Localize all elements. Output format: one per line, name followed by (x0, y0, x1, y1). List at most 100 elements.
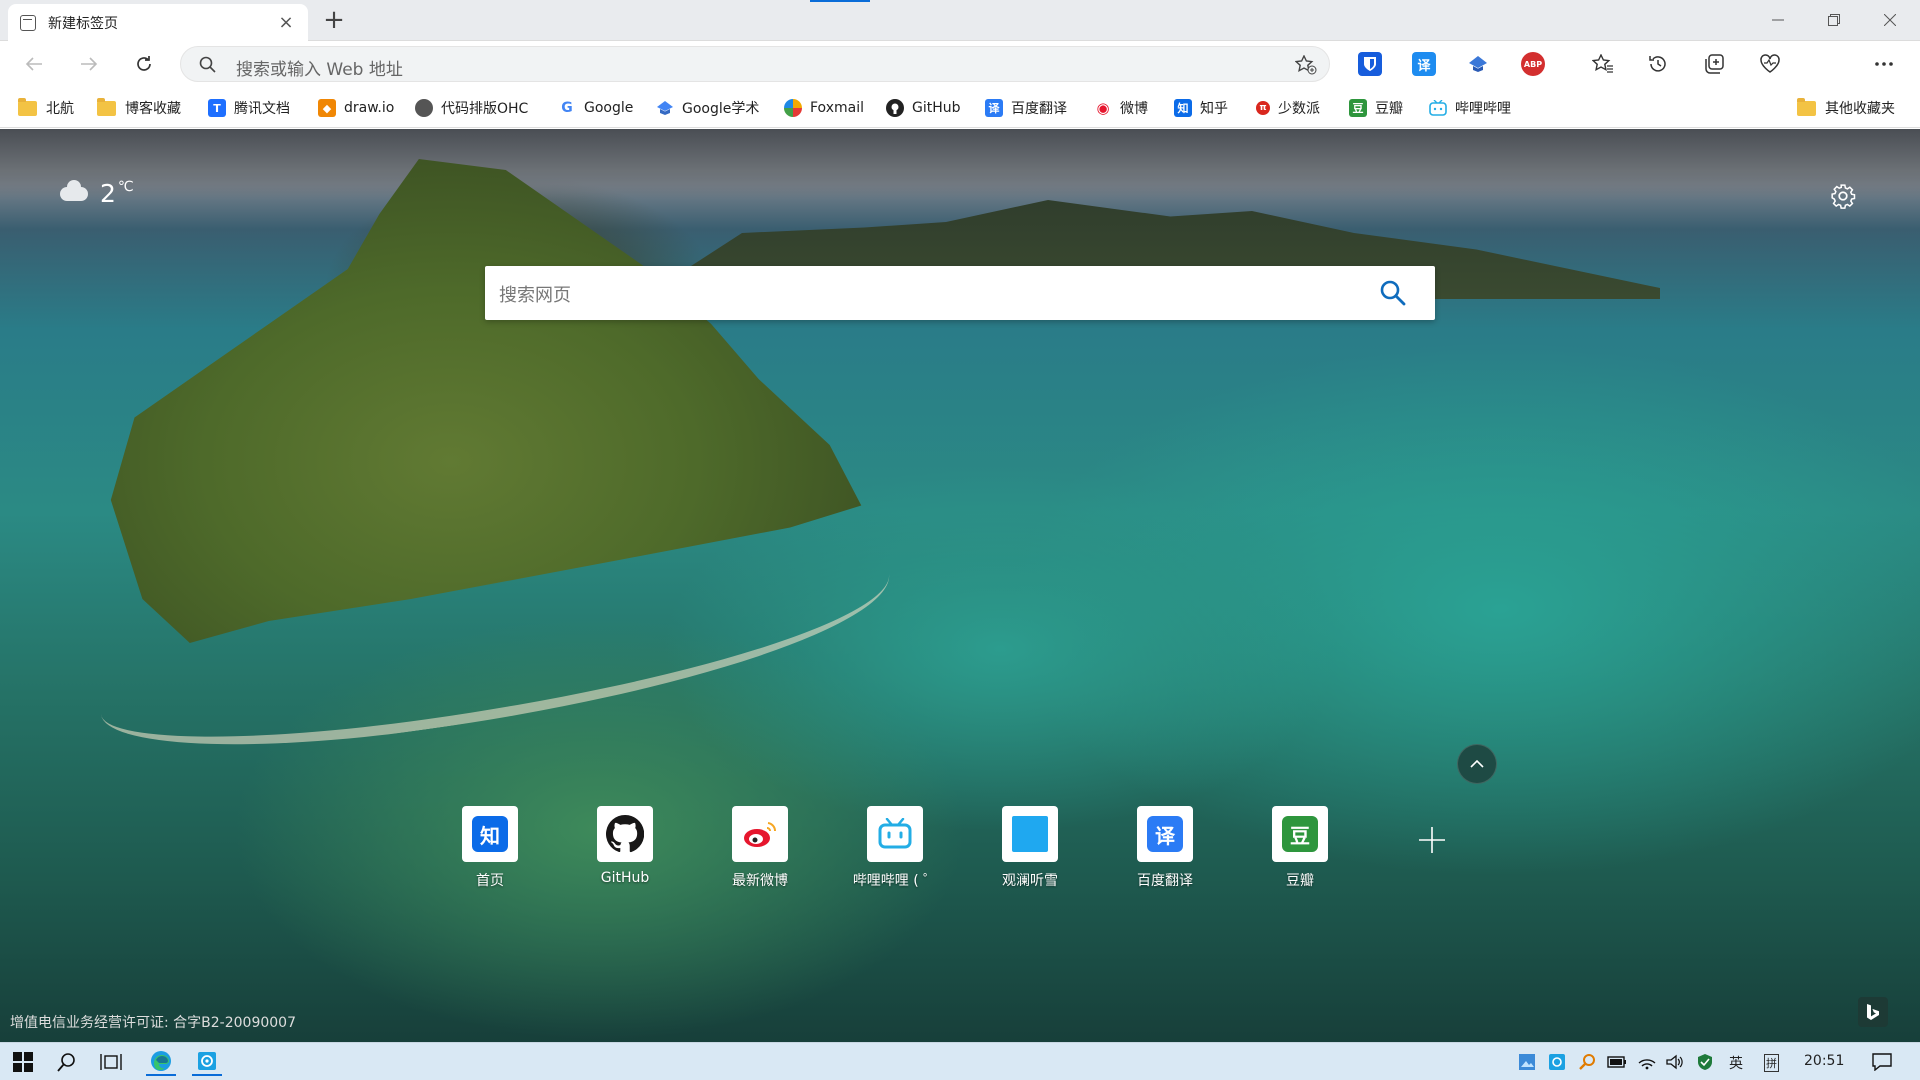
settings-more-button[interactable] (1870, 50, 1898, 78)
taskbar-app[interactable] (192, 1048, 222, 1076)
quick-link-zhihu[interactable]: 知 首页 (445, 806, 535, 890)
temperature: 2 ℃ (100, 179, 134, 208)
bookmark-bilibili[interactable]: 哔哩哔哩 (1429, 97, 1511, 119)
mail-app-icon (198, 1052, 216, 1070)
bookmark-folder-blog[interactable]: 博客收藏 (97, 97, 181, 119)
add-quick-link-button[interactable] (1418, 823, 1446, 863)
wifi-icon[interactable] (1636, 1048, 1658, 1076)
start-button[interactable] (8, 1048, 38, 1076)
cloud-icon (60, 179, 88, 201)
back-button[interactable] (18, 48, 50, 80)
quick-links: 知 首页 GitHub 最新微博 哔哩哔哩 ( ゜ 观澜听雪 译 百度翻译 豆 … (445, 806, 1445, 906)
bookmark-weibo[interactable]: ◉ 微博 (1094, 97, 1148, 119)
quick-link-icon-box: 豆 (1272, 806, 1328, 862)
bookmark-drawio[interactable]: ◆ draw.io (318, 97, 394, 119)
bookmark-google[interactable]: G Google (558, 97, 633, 119)
battery-icon[interactable] (1606, 1048, 1628, 1076)
history-button[interactable] (1644, 50, 1672, 78)
search-icon (199, 56, 216, 73)
background-sky (0, 129, 1920, 199)
bing-logo-button[interactable] (1858, 997, 1888, 1027)
folder-icon (97, 97, 116, 116)
task-view-button[interactable] (96, 1048, 126, 1076)
bookmark-ohc[interactable]: 代码排版OHC (415, 97, 528, 119)
quick-link-github[interactable]: GitHub (580, 806, 670, 886)
quick-link-icon-box (867, 806, 923, 862)
security-shield-icon[interactable] (1694, 1048, 1716, 1076)
search-icon (57, 1053, 75, 1072)
baidu-translate-icon: 译 (985, 99, 1003, 117)
weibo-icon (744, 822, 777, 847)
refresh-button[interactable] (128, 48, 160, 80)
bitwarden-extension-icon[interactable] (1358, 52, 1382, 76)
plus-icon (1419, 827, 1445, 853)
drag-indicator (810, 0, 870, 2)
quick-link-douban[interactable]: 豆 豆瓣 (1255, 806, 1345, 890)
bookmark-zhihu[interactable]: 知 知乎 (1174, 97, 1228, 119)
quick-link-icon-box: 译 (1137, 806, 1193, 862)
bookmark-baidu-translate[interactable]: 译 百度翻译 (985, 97, 1067, 119)
scholar-extension-icon[interactable] (1466, 52, 1490, 76)
bookmark-folder-beihang[interactable]: 北航 (18, 97, 74, 119)
close-window-button[interactable] (1862, 0, 1918, 40)
quick-link-baidu-translate[interactable]: 译 百度翻译 (1120, 806, 1210, 890)
tray-search-app-icon[interactable] (1576, 1048, 1598, 1076)
bookmark-foxmail[interactable]: Foxmail (784, 97, 864, 119)
bookmark-label: 微博 (1120, 101, 1148, 117)
performance-button[interactable] (1756, 50, 1784, 78)
bookmark-label: 腾讯文档 (234, 101, 290, 117)
taskbar-search-button[interactable] (52, 1048, 82, 1076)
bookmark-sspai[interactable]: π 少数派 (1256, 97, 1320, 119)
clock[interactable]: 20:51 (1804, 1053, 1844, 1069)
search-icon[interactable] (1379, 279, 1407, 307)
tab-close-button[interactable]: × (276, 12, 296, 33)
quick-link-bilibili[interactable]: 哔哩哔哩 ( ゜ (850, 806, 940, 890)
history-icon (1649, 56, 1666, 72)
quick-link-guanlan[interactable]: 观澜听雪 (985, 806, 1075, 890)
restore-button[interactable] (1806, 0, 1862, 40)
address-bar[interactable]: 搜索或输入 Web 地址 (180, 46, 1330, 82)
task-view-icon (100, 1054, 122, 1070)
address-placeholder: 搜索或输入 Web 地址 (236, 60, 403, 80)
new-tab-button[interactable]: + (318, 4, 350, 36)
bookmark-label: 其他收藏夹 (1825, 101, 1895, 117)
web-search-box[interactable]: 搜索网页 (485, 266, 1435, 320)
page-settings-button[interactable] (1830, 183, 1856, 213)
quick-link-label: 哔哩哔哩 ( ゜ (852, 873, 938, 889)
bookmark-google-scholar[interactable]: Google学术 (656, 97, 759, 119)
language-indicator[interactable]: 英 (1729, 1053, 1743, 1073)
bookmark-douban[interactable]: 豆 豆瓣 (1349, 97, 1403, 119)
favorites-button[interactable] (1589, 50, 1617, 78)
minimize-button[interactable] (1750, 0, 1806, 40)
tray-mail-icon[interactable] (1546, 1048, 1568, 1076)
add-favorite-icon[interactable] (1295, 55, 1317, 75)
taskbar-edge[interactable] (146, 1048, 176, 1076)
windows-logo-icon (13, 1052, 33, 1072)
translate-extension-icon[interactable]: 译 (1412, 52, 1436, 76)
quick-link-label: GitHub (600, 870, 650, 886)
tray-app-icon[interactable] (1516, 1048, 1538, 1076)
collections-button[interactable] (1700, 50, 1728, 78)
ime-indicator[interactable]: 拼 (1764, 1054, 1779, 1072)
search-placeholder: 搜索网页 (499, 285, 571, 306)
weather-widget[interactable]: 2 ℃ (60, 179, 134, 208)
bilibili-icon (1429, 99, 1447, 117)
adblock-extension-icon[interactable]: ABP (1521, 52, 1545, 76)
quick-link-label: 最新微博 (732, 873, 788, 889)
quick-link-icon-box (597, 806, 653, 862)
bookmark-label: Foxmail (810, 100, 864, 116)
bookmark-label: GitHub (912, 100, 961, 116)
volume-icon[interactable] (1664, 1048, 1686, 1076)
scroll-up-button[interactable] (1457, 744, 1497, 784)
quick-link-icon-box (1002, 806, 1058, 862)
bookmark-label: draw.io (344, 100, 395, 116)
notification-center-button[interactable] (1868, 1048, 1896, 1076)
bookmark-folder-other[interactable]: 其他收藏夹 (1797, 97, 1895, 119)
quick-link-weibo[interactable]: 最新微博 (715, 806, 805, 890)
bookmark-github[interactable]: GitHub (886, 97, 961, 119)
quick-link-icon-box: 知 (462, 806, 518, 862)
bookmark-tencent-docs[interactable]: T 腾讯文档 (208, 97, 290, 119)
tab-new-tab[interactable]: 新建标签页 × (8, 4, 308, 41)
refresh-icon (137, 56, 151, 71)
forward-button[interactable] (73, 48, 105, 80)
